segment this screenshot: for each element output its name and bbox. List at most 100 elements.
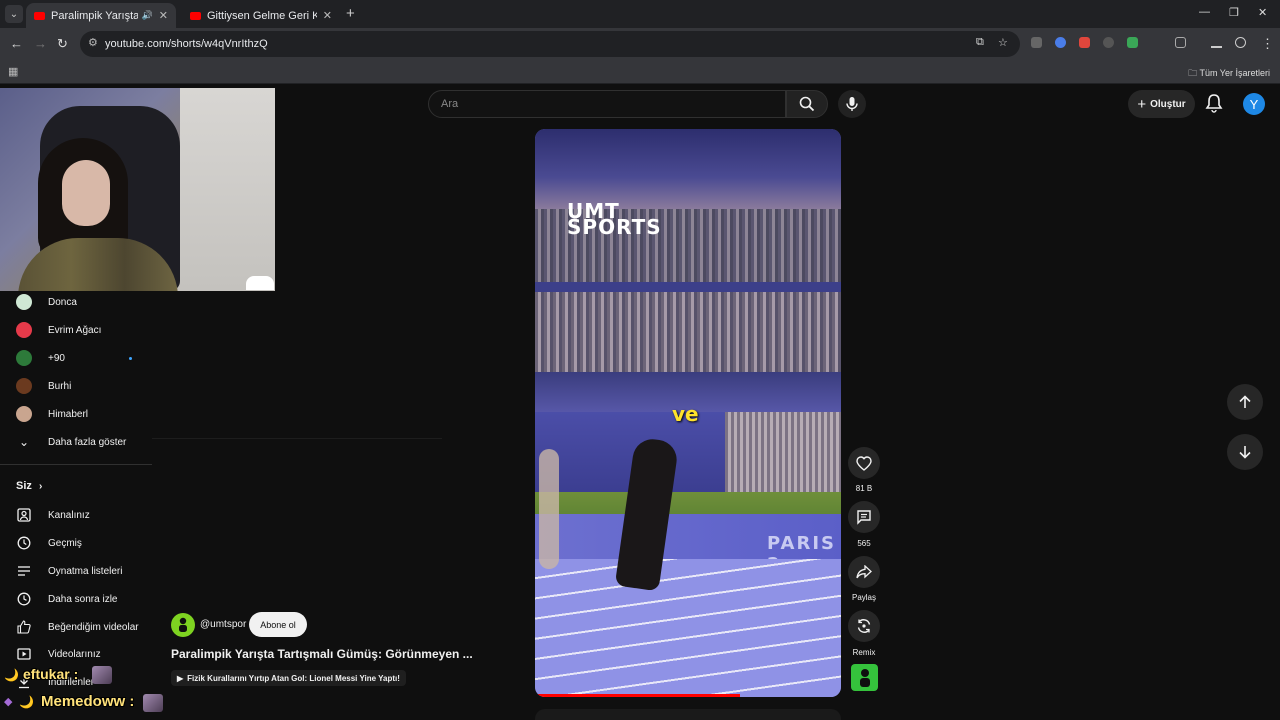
new-tab-button[interactable]: + [346, 5, 355, 22]
watch-later-icon [16, 591, 32, 607]
sidebar-item-watch-later[interactable]: Daha sonra izle [0, 585, 160, 613]
sidebar-item-burhi[interactable]: Burhi [0, 372, 160, 400]
close-tab-icon[interactable]: ✕ [159, 9, 168, 22]
like-count: 81 B [855, 484, 873, 493]
sidebar-item-label: +90 [48, 352, 65, 364]
install-app-icon[interactable]: ⧉ [976, 36, 984, 49]
close-window-icon[interactable]: ✕ [1258, 6, 1267, 19]
search-input[interactable]: Ara [428, 90, 786, 118]
channel-logo-icon [179, 617, 187, 632]
new-content-dot [129, 356, 132, 360]
remix-button[interactable] [848, 610, 880, 642]
webcam-cup [246, 276, 274, 290]
show-more-button[interactable]: ⌄ Daha fazla göster [0, 428, 160, 456]
bell-icon [1205, 94, 1223, 113]
history-icon [16, 535, 32, 551]
account-avatar[interactable]: Y [1243, 93, 1265, 115]
next-short-button[interactable] [1227, 434, 1263, 470]
close-tab-icon[interactable]: ✕ [323, 9, 332, 22]
all-bookmarks-button[interactable]: 🗀 Tüm Yer İşaretleri [1188, 66, 1270, 82]
share-button[interactable] [848, 556, 880, 588]
progress-bar[interactable] [535, 694, 741, 697]
plus-icon: + [1137, 95, 1147, 113]
channel-avatar [16, 350, 32, 366]
chat-username: Memedoww : [41, 693, 135, 710]
media-control-icon[interactable] [1211, 37, 1222, 48]
short-video-player[interactable]: PARIS 2 UMT SPORTS ve [535, 129, 841, 697]
extension-icon[interactable] [1079, 37, 1090, 48]
chevron-right-icon: › [38, 481, 43, 492]
channel-logo-icon [859, 668, 870, 687]
microphone-icon [846, 97, 858, 111]
related-video-link[interactable]: ▶ Fizik Kurallarını Yırtıp Atan Gol: Lio… [171, 670, 406, 686]
sidebar-item-label: Geçmiş [48, 537, 82, 549]
your-videos-icon [16, 646, 32, 662]
comment-count: 565 [857, 539, 871, 548]
notifications-button[interactable] [1205, 93, 1223, 118]
channel-avatar[interactable] [171, 613, 195, 637]
minimize-icon[interactable]: — [1199, 6, 1210, 18]
reload-icon[interactable]: ↻ [57, 36, 68, 52]
previous-short-button[interactable] [1227, 384, 1263, 420]
extensions-puzzle-icon[interactable] [1175, 37, 1186, 48]
tab-search-button[interactable]: ⌄ [5, 5, 23, 23]
browser-tab-active[interactable]: Paralimpik Yarışta Tartışmalı 🔊 ✕ [26, 3, 176, 28]
forward-icon[interactable]: → [34, 36, 47, 51]
you-section-header[interactable]: Siz › [16, 480, 42, 492]
apps-grid-icon[interactable]: ▦ [8, 65, 18, 78]
bookmark-star-icon[interactable]: ☆ [998, 36, 1008, 49]
share-label: Paylaş [851, 593, 876, 602]
sidebar-item-liked-videos[interactable]: Beğendiğim videolar [0, 613, 160, 641]
sidebar-item-plus90[interactable]: +90 [0, 344, 160, 372]
tab-title: Paralimpik Yarışta Tartışmalı [51, 9, 138, 22]
chevron-down-icon: ⌄ [18, 435, 30, 449]
search-button[interactable] [786, 90, 828, 118]
profile-icon[interactable] [1235, 37, 1246, 48]
sidebar-item-donca[interactable]: Donca [0, 288, 160, 316]
stadium-crowd [535, 292, 841, 374]
sidebar-item-label: Videolarınız [48, 648, 101, 660]
browser-tab[interactable]: Gittiysen Gelme Geri Kedi Versi ✕ [182, 3, 340, 28]
search-icon [799, 96, 815, 112]
site-settings-icon[interactable]: ⚙ [88, 36, 98, 49]
audio-source-thumbnail[interactable] [851, 664, 878, 691]
running-track [535, 559, 841, 697]
sidebar-item-playlists[interactable]: Oynatma listeleri [0, 557, 160, 585]
channel-icon [16, 507, 32, 523]
sidebar-item-your-channel[interactable]: Kanalınız [0, 501, 160, 529]
sidebar-item-label: Burhi [48, 380, 72, 392]
menu-kebab-icon[interactable]: ⋮ [1261, 36, 1274, 52]
short-title[interactable]: Paralimpik Yarışta Tartışmalı Gümüş: Gör… [171, 647, 473, 661]
sidebar-item-label: Oynatma listeleri [48, 565, 123, 577]
subscribe-button[interactable]: Abone ol [249, 612, 307, 637]
comments-button[interactable] [848, 501, 880, 533]
sub-badge-icon: ◆ [4, 696, 13, 708]
extension-icon[interactable] [1031, 37, 1042, 48]
extension-icon[interactable] [1127, 37, 1138, 48]
related-video-title: Fizik Kurallarını Yırtıp Atan Gol: Lione… [187, 673, 400, 683]
address-bar[interactable]: ⚙ youtube.com/shorts/w4qVnrIthzQ ⧉ ☆ [80, 31, 1020, 57]
next-short-preview[interactable] [535, 709, 841, 720]
like-button[interactable] [848, 447, 880, 479]
sidebar-item-history[interactable]: Geçmiş [0, 529, 160, 557]
sidebar-item-evrim-agaci[interactable]: Evrim Ağacı [0, 316, 160, 344]
restore-icon[interactable]: ❐ [1229, 6, 1239, 19]
extension-icon[interactable] [1055, 37, 1066, 48]
channel-avatar [16, 406, 32, 422]
back-icon[interactable]: ← [10, 36, 23, 51]
webcam-background [180, 88, 275, 291]
sidebar-item-your-videos[interactable]: Videolarınız [0, 640, 160, 668]
tab-title: Gittiysen Gelme Geri Kedi Versi [207, 9, 317, 22]
voice-search-button[interactable] [838, 90, 866, 118]
create-button[interactable]: + Oluştur [1128, 90, 1195, 118]
channel-handle[interactable]: @umtspor [200, 619, 246, 630]
show-more-label: Daha fazla göster [48, 436, 127, 448]
url-text: youtube.com/shorts/w4qVnrIthzQ [105, 38, 268, 50]
channel-avatar [16, 294, 32, 310]
sidebar-item-himaberl[interactable]: Himaberl [0, 400, 160, 428]
sidebar-item-label: Donca [48, 296, 77, 308]
runner-figure [539, 449, 559, 569]
heart-icon [856, 455, 872, 471]
extension-icon[interactable] [1103, 37, 1114, 48]
audio-playing-icon[interactable]: 🔊 [142, 10, 153, 21]
